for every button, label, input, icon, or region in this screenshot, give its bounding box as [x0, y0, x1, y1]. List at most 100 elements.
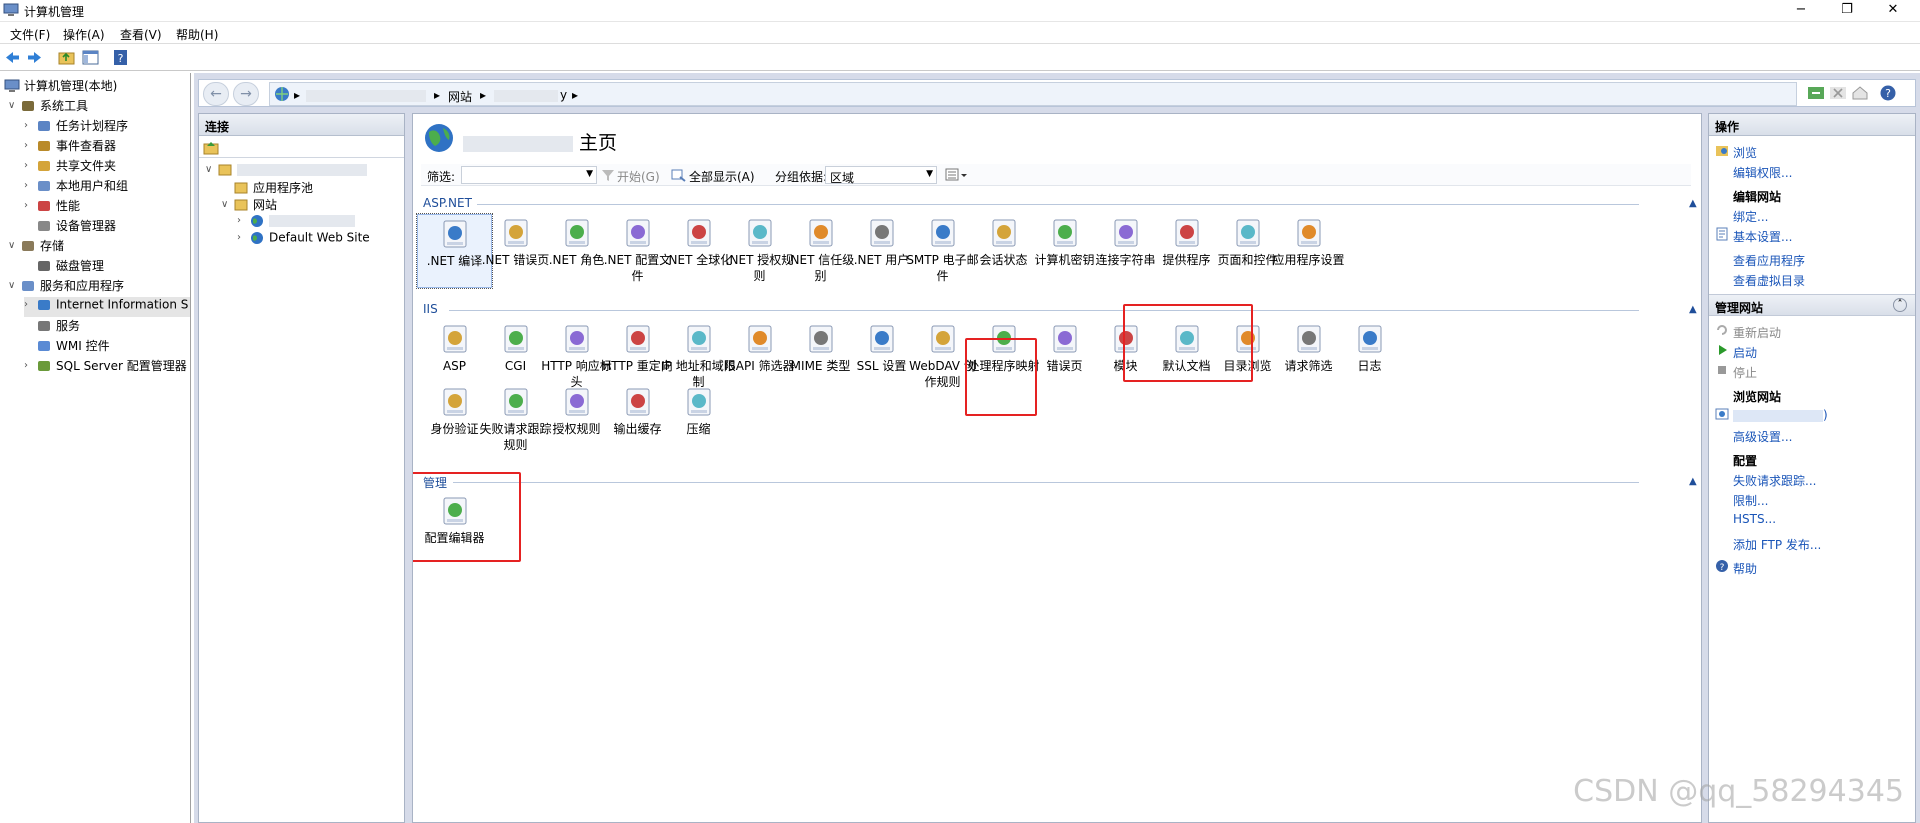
failed-request-tracing-link[interactable]: 失败请求跟踪... — [1709, 470, 1915, 488]
restart-action[interactable]: 重新启动 — [1709, 322, 1915, 340]
view-applications-link[interactable]: 查看应用程序 — [1709, 250, 1915, 268]
collapse-group-icon[interactable]: ▲ — [1689, 304, 1697, 315]
stop-action[interactable]: 停止 — [1709, 362, 1915, 380]
expand-chevron-icon[interactable]: ∨ — [8, 240, 20, 251]
add-ftp-link[interactable]: 添加 FTP 发布... — [1709, 534, 1915, 552]
view-mode-icon[interactable] — [945, 167, 969, 183]
home-icon[interactable] — [1851, 84, 1869, 102]
tree-root[interactable]: 计算机管理(本地) — [4, 77, 117, 97]
start-action[interactable]: 启动 — [1709, 342, 1915, 360]
connection-node[interactable]: › Default Web Site — [237, 230, 370, 250]
start-filter-button[interactable]: 开始(G) — [617, 168, 660, 185]
breadcrumb-sites[interactable]: 网站 — [448, 88, 472, 105]
expand-chevron-icon[interactable]: › — [24, 299, 36, 310]
connection-node-label — [269, 214, 355, 228]
feature-icon — [626, 325, 649, 353]
back-arrow-icon[interactable] — [4, 49, 21, 66]
tree-item[interactable]: › Internet Information S — [24, 297, 190, 317]
tree-item[interactable]: WMI 控件 — [24, 337, 110, 357]
tree-item[interactable]: › 本地用户和组 — [24, 177, 128, 197]
menu-file[interactable]: 文件(F) — [10, 26, 50, 43]
tree-item[interactable]: ∨ 存储 — [8, 237, 64, 257]
tree-item[interactable]: 磁盘管理 — [24, 257, 104, 277]
help-action[interactable]: ? 帮助 — [1709, 558, 1915, 576]
actions-title: 操作 — [1709, 114, 1915, 136]
tree-item[interactable]: 服务 — [24, 317, 80, 337]
site-globe-icon — [251, 214, 263, 227]
menu-help[interactable]: 帮助(H) — [176, 26, 218, 43]
minimize-button[interactable]: − — [1778, 0, 1824, 22]
tree-item[interactable]: › SQL Server 配置管理器 — [24, 357, 187, 377]
feature-icon — [565, 325, 588, 353]
tree-item[interactable]: › 事件查看器 — [24, 137, 116, 157]
stop-icon[interactable] — [1829, 84, 1847, 102]
view-virtual-dirs-link[interactable]: 查看虚拟目录 — [1709, 270, 1915, 288]
breadcrumb-server-blurred[interactable] — [306, 88, 426, 102]
connect-icon[interactable] — [203, 140, 219, 156]
help-book-icon[interactable]: ? — [112, 49, 129, 66]
expand-chevron-icon[interactable]: ∨ — [8, 100, 20, 111]
expand-chevron-icon[interactable]: › — [24, 120, 36, 131]
expand-chevron-icon[interactable]: › — [237, 232, 249, 243]
manage-site-section[interactable]: 管理网站 ˄ — [1709, 294, 1915, 316]
tree-item-label: SQL Server 配置管理器 — [56, 359, 187, 373]
tree-item-label: Internet Information S — [56, 297, 189, 312]
feature-tile[interactable]: 日志 — [1332, 320, 1407, 394]
feature-tile[interactable]: 压缩 — [661, 383, 736, 457]
group-by-select[interactable]: 区域 ▼ — [825, 166, 937, 185]
close-button[interactable]: ✕ — [1870, 0, 1916, 22]
browse-action[interactable]: 浏览 — [1709, 142, 1915, 160]
refresh-icon[interactable] — [1807, 84, 1825, 102]
site-globe-icon — [251, 231, 263, 244]
tree-item[interactable]: › 共享文件夹 — [24, 157, 116, 177]
nav-back-button[interactable]: ← — [203, 82, 229, 106]
filter-label: 筛选: — [427, 170, 456, 184]
tree-item[interactable]: › 性能 — [24, 197, 80, 217]
bindings-link[interactable]: 绑定... — [1709, 206, 1915, 224]
show-all-button[interactable]: 全部显示(A) — [689, 168, 755, 185]
browse-site-link[interactable]: ) — [1709, 406, 1915, 424]
tree-node-icon — [38, 299, 50, 310]
expand-chevron-icon[interactable]: ∨ — [221, 199, 233, 210]
expand-chevron-icon[interactable]: › — [237, 215, 249, 226]
expand-chevron-icon[interactable]: ∨ — [8, 280, 20, 291]
iis-manager: ← → ▸ ▸ 网站 ▸ y ▸ ? 连接 ∨ 应用程序池 ∨ 网站 › › Default… — [194, 73, 1920, 823]
hsts-link[interactable]: HSTS... — [1709, 510, 1915, 528]
forward-arrow-icon[interactable] — [26, 49, 43, 66]
nav-forward-button[interactable]: → — [233, 82, 259, 106]
menu-view[interactable]: 查看(V) — [120, 26, 162, 43]
expand-chevron-icon[interactable]: › — [24, 200, 36, 211]
features-view: 主页 筛选: ▼ 开始(G) 全部显示(A) 分组依据: 区域 ▼ ASP.NET… — [412, 113, 1702, 823]
highlight-handler-mappings — [965, 338, 1037, 416]
help-icon[interactable]: ? — [1879, 84, 1897, 102]
menu-action[interactable]: 操作(A) — [63, 26, 105, 43]
advanced-settings-link[interactable]: 高级设置... — [1709, 426, 1915, 444]
actions-pane: 操作 浏览 编辑权限... 编辑网站 绑定... 基本设置... 查看应用程序 … — [1708, 113, 1916, 823]
breadcrumb[interactable]: ▸ ▸ 网站 ▸ y ▸ — [269, 82, 1797, 106]
show-hide-tree-icon[interactable] — [82, 49, 99, 66]
expand-chevron-icon[interactable]: › — [24, 180, 36, 191]
feature-icon — [1297, 219, 1320, 247]
globe-icon — [425, 124, 453, 152]
collapse-group-icon[interactable]: ▲ — [1689, 476, 1697, 487]
limits-link[interactable]: 限制... — [1709, 490, 1915, 508]
feature-tile[interactable]: 应用程序设置 — [1271, 214, 1346, 288]
expand-chevron-icon[interactable]: ∨ — [205, 164, 217, 175]
tree-item[interactable]: 设备管理器 — [24, 217, 116, 237]
up-folder-icon[interactable] — [58, 49, 75, 66]
basic-settings-link[interactable]: 基本设置... — [1709, 226, 1915, 244]
expand-chevron-icon[interactable]: › — [24, 140, 36, 151]
tree-item[interactable]: ∨ 服务和应用程序 — [8, 277, 124, 297]
filter-input[interactable]: ▼ — [461, 166, 597, 184]
tree-item[interactable]: ∨ 系统工具 — [8, 97, 88, 117]
maximize-button[interactable]: ❐ — [1824, 0, 1870, 22]
collapse-group-icon[interactable]: ▲ — [1689, 198, 1697, 209]
edit-permissions-link[interactable]: 编辑权限... — [1709, 162, 1915, 180]
expand-chevron-icon[interactable]: › — [24, 360, 36, 371]
tree-item[interactable]: › 任务计划程序 — [24, 117, 128, 137]
feature-icon — [1114, 219, 1137, 247]
expand-chevron-icon[interactable]: › — [24, 160, 36, 171]
breadcrumb-site-blurred[interactable] — [494, 88, 558, 102]
feature-icon — [443, 220, 466, 248]
tree-node-icon — [38, 320, 50, 331]
